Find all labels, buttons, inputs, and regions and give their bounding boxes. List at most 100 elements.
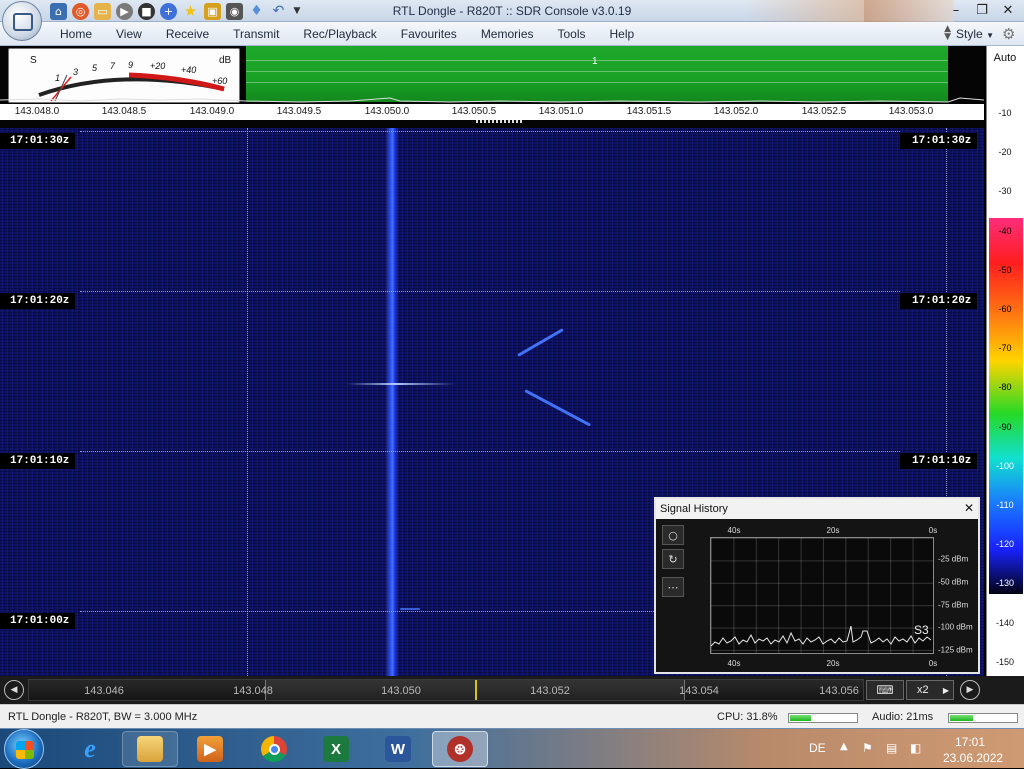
waterfall-gridline [80,451,900,452]
freq-tick: 143.051.0 [538,106,584,117]
window-title: RTL Dongle - R820T :: SDR Console v3.0.1… [392,4,632,18]
window-controls: – ❐ ✕ [944,0,1020,20]
windows-logo-icon [16,741,34,759]
db-tick: -110 [996,500,1014,510]
s-meter-tick: 5 [92,63,98,73]
db-tick: -140 [995,618,1014,628]
db-tick: -50 [998,265,1012,275]
ping-streak [400,608,420,610]
clock-time[interactable]: 17:01 [955,735,985,749]
taskbar-internet-explorer[interactable]: e [62,731,118,767]
waterfall-timestamp: 17:01:00z [0,613,76,629]
more-options-button[interactable]: ⋯ [662,577,684,597]
waterfall-gridline [247,128,248,676]
taskbar-chrome[interactable] [246,731,302,767]
audio-progress-fill [950,715,974,721]
db-tick: -70 [998,343,1012,353]
freq-tick: 143.049.5 [276,106,322,117]
freq-tick: 143.053.0 [888,106,934,117]
tab-help[interactable]: Help [598,27,647,41]
tab-rec-playback[interactable]: Rec/Playback [291,27,388,41]
freq-tick: 143.052.5 [801,106,847,117]
maximize-button[interactable]: ❐ [970,0,994,20]
tab-transmit[interactable]: Transmit [221,27,291,41]
app-menu-button[interactable] [2,1,42,41]
taskbar-media-player[interactable]: ▶ [182,731,238,767]
history-x-label: 0s [928,526,938,535]
s-unit-reading: S3 [914,623,929,637]
db-tick: -130 [995,578,1014,588]
tab-home[interactable]: Home [48,27,104,41]
style-menu[interactable]: Style ▼ [956,27,994,41]
signal-history-window[interactable]: Signal History ✕ ○ ↻ ⋯ 40s 20s 0s -25 dB… [654,497,980,674]
start-button[interactable] [4,729,44,769]
chrome-center [268,743,280,755]
show-hidden-icons-icon[interactable]: ▲ [840,741,848,752]
zoom-selector[interactable]: x2 ▶ [906,680,954,700]
history-y-label: -75 dBm [938,600,969,610]
taskbar-file-explorer[interactable] [122,731,178,767]
close-icon[interactable]: ✕ [964,501,974,515]
history-x-label: 20s [826,526,840,535]
word-icon: W [385,736,411,762]
tab-memories[interactable]: Memories [469,27,546,41]
taskbar-excel[interactable]: X [308,731,364,767]
reset-history-button[interactable]: ↻ [662,549,684,569]
tuned-frequency-cursor[interactable] [475,680,477,700]
db-tick: -20 [998,147,1012,157]
scroll-left-icon[interactable]: ◀ [4,680,24,700]
minimize-button[interactable]: – [944,0,968,20]
signal-history-title-text: Signal History [660,503,728,515]
title-bar: ⌂ ◎ ▭ ▶ ■ + ★ ▣ ◉ ♦ ↶ ▼ RTL Dongle - R82… [0,0,1024,22]
db-scale[interactable]: Auto -10 -20 -30 -40 -50 -60 -70 -80 -90… [986,46,1024,676]
flag-icon[interactable]: ⚑ [862,741,878,757]
s-meter-tick: +60 [212,76,227,86]
db-tick: -100 [995,461,1014,471]
history-y-label: -100 dBm [938,622,973,632]
media-player-icon: ▶ [197,736,223,762]
db-tick: -150 [995,657,1014,667]
history-y-label: -50 dBm [938,577,969,587]
internet-explorer-icon: e [84,734,96,763]
s-meter-tick: +40 [181,65,196,75]
zoom-value: x2 [917,684,929,696]
ribbon-collapse-icon[interactable]: ▲ ▼ [944,25,951,42]
taskbar-sdr-console[interactable]: ⊛ [432,731,488,767]
record-history-button[interactable]: ○ [662,525,684,545]
frequency-axis[interactable]: 143.048.0 143.048.5 143.049.0 143.049.5 … [0,104,984,120]
cpu-progress-bar [788,713,858,723]
db-tick: -80 [998,382,1012,392]
spectrum-splitter-handle[interactable] [476,120,524,123]
network-icon[interactable]: ▤ [886,741,902,757]
freq-tick: 143.052.0 [713,106,759,117]
keyboard-icon[interactable]: ⌨ [866,680,904,700]
frequency-scroll-track[interactable]: 143.046 143.048 143.050 143.052 143.054 … [28,679,864,701]
scroll-right-icon[interactable]: ▶ [960,680,980,700]
clock-date[interactable]: 23.06.2022 [943,751,1003,765]
spectrum-marker: 1 [592,56,598,67]
language-indicator[interactable]: DE [809,741,826,755]
freq-tick: 143.050.0 [364,106,410,117]
waterfall-timestamp: 17:01:30z [900,133,978,149]
freq-tick: 143.049.0 [189,106,235,117]
freq-tick: 143.051.5 [626,106,672,117]
freq-tick: 143.048.0 [14,106,60,117]
scroll-freq-label: 143.056 [819,685,859,697]
tab-receive[interactable]: Receive [154,27,221,41]
gear-icon[interactable]: ⚙ [1002,25,1020,43]
scroll-freq-label: 143.048 [233,685,273,697]
auto-scale-button[interactable]: Auto [987,52,1023,64]
frequency-scroll-bar: ◀ 143.046 143.048 143.050 143.052 143.05… [0,676,1024,704]
tab-view[interactable]: View [104,27,154,41]
signal-history-title[interactable]: Signal History [656,499,978,519]
folder-icon [137,736,163,762]
volume-icon[interactable]: ◧ [910,741,926,757]
waterfall-timestamp: 17:01:30z [0,133,76,149]
close-button[interactable]: ✕ [996,0,1020,20]
tab-favourites[interactable]: Favourites [389,27,469,41]
tab-tools[interactable]: Tools [546,27,598,41]
chevron-right-icon: ▶ [942,685,949,695]
taskbar-word[interactable]: W [370,731,426,767]
freq-tick: 143.048.5 [101,106,147,117]
s-meter-tick: 7 [110,61,116,71]
